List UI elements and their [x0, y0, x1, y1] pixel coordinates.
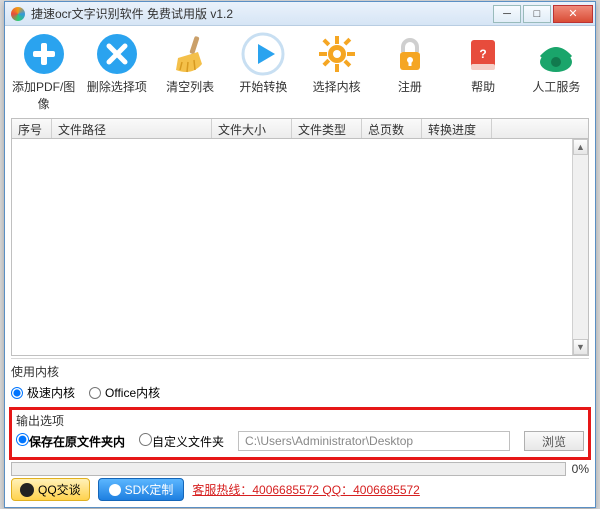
hotline-link[interactable]: 客服热线：4006685572 QQ：4006685572: [192, 481, 419, 498]
output-custom-radio[interactable]: [139, 433, 152, 446]
sdk-button[interactable]: SDK定制: [98, 478, 185, 501]
maximize-button[interactable]: □: [523, 5, 551, 23]
play-icon: [241, 32, 285, 76]
separator: [11, 358, 589, 359]
table-header: 序号 文件路径 文件大小 文件类型 总页数 转换进度: [12, 119, 588, 139]
engine-fast-radio[interactable]: [11, 387, 23, 399]
engine-section: 使用内核 极速内核 Office内核: [11, 363, 589, 403]
remove-button[interactable]: 删除选择项: [80, 30, 153, 114]
output-same-option[interactable]: 保存在原文件夹内: [16, 433, 125, 450]
col-path[interactable]: 文件路径: [52, 119, 212, 138]
engine-button[interactable]: 选择内核: [300, 30, 373, 114]
broom-icon: [168, 32, 212, 76]
engine-fast-option[interactable]: 极速内核: [11, 384, 75, 401]
col-progress[interactable]: 转换进度: [422, 119, 492, 138]
window-title: 捷速ocr文字识别软件 免费试用版 v1.2: [31, 5, 491, 22]
gear-icon: [315, 32, 359, 76]
title-bar: 捷速ocr文字识别软件 免费试用版 v1.2 ─ □ ✕: [5, 2, 595, 26]
plus-icon: [22, 32, 66, 76]
lock-icon: [388, 32, 432, 76]
output-path-input[interactable]: [238, 431, 510, 451]
book-icon: ?: [461, 32, 505, 76]
file-table: 序号 文件路径 文件大小 文件类型 总页数 转换进度 ▲ ▼: [11, 118, 589, 356]
engine-label: 选择内核: [300, 78, 373, 95]
progress-percent: 0%: [572, 462, 589, 476]
svg-text:?: ?: [479, 47, 486, 61]
output-section-title: 输出选项: [16, 412, 584, 429]
phone-icon: [534, 32, 578, 76]
remove-label: 删除选择项: [80, 78, 153, 95]
vertical-scrollbar[interactable]: ▲ ▼: [572, 139, 588, 355]
engine-office-radio[interactable]: [89, 387, 101, 399]
clear-label: 清空列表: [154, 78, 227, 95]
engine-section-title: 使用内核: [11, 363, 589, 380]
col-spacer: [492, 119, 588, 138]
scroll-down-icon[interactable]: ▼: [573, 339, 588, 355]
col-size[interactable]: 文件大小: [212, 119, 292, 138]
sdk-icon: [109, 484, 121, 496]
x-icon: [95, 32, 139, 76]
progress-row: 0%: [11, 462, 589, 476]
app-window: 捷速ocr文字识别软件 免费试用版 v1.2 ─ □ ✕ 添加PDF/图像 删除…: [4, 1, 596, 508]
footer: QQ交谈 SDK定制 客服热线：4006685572 QQ：4006685572: [11, 478, 589, 501]
start-button[interactable]: 开始转换: [227, 30, 300, 114]
qq-icon: [20, 483, 34, 497]
register-label: 注册: [373, 78, 446, 95]
col-type[interactable]: 文件类型: [292, 119, 362, 138]
col-pages[interactable]: 总页数: [362, 119, 422, 138]
scroll-up-icon[interactable]: ▲: [573, 139, 588, 155]
output-same-radio[interactable]: [16, 433, 29, 446]
add-file-button[interactable]: 添加PDF/图像: [7, 30, 80, 114]
app-icon: [11, 7, 25, 21]
help-label: 帮助: [447, 78, 520, 95]
browse-button[interactable]: 浏览: [524, 431, 584, 451]
window-controls: ─ □ ✕: [491, 5, 593, 23]
toolbar: 添加PDF/图像 删除选择项 清空列表 开始转换 选择内核 注册 ? 帮助 人工: [5, 26, 595, 116]
minimize-button[interactable]: ─: [493, 5, 521, 23]
qq-chat-button[interactable]: QQ交谈: [11, 478, 90, 501]
col-index[interactable]: 序号: [12, 119, 52, 138]
progress-bar: [11, 462, 566, 476]
service-button[interactable]: 人工服务: [520, 30, 593, 114]
clear-button[interactable]: 清空列表: [154, 30, 227, 114]
add-file-label: 添加PDF/图像: [7, 78, 80, 112]
engine-office-option[interactable]: Office内核: [89, 384, 160, 401]
service-label: 人工服务: [520, 78, 593, 95]
output-section-highlight: 输出选项 保存在原文件夹内 自定义文件夹 浏览: [9, 407, 591, 460]
register-button[interactable]: 注册: [373, 30, 446, 114]
help-button[interactable]: ? 帮助: [447, 30, 520, 114]
close-button[interactable]: ✕: [553, 5, 593, 23]
start-label: 开始转换: [227, 78, 300, 95]
output-custom-option[interactable]: 自定义文件夹: [139, 433, 224, 450]
